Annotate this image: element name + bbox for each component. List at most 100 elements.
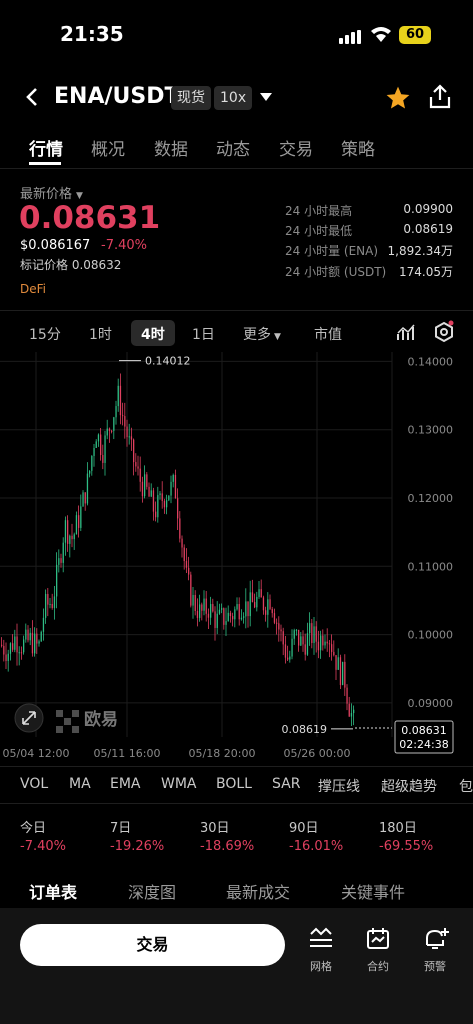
candle-body — [306, 633, 309, 655]
tab-overview[interactable]: 概况 — [91, 135, 125, 160]
candle-body — [148, 486, 150, 497]
contract-label[interactable]: 合约 — [358, 958, 398, 974]
candle-body — [221, 608, 223, 610]
indicator-support-resistance[interactable]: 撑压线 — [318, 776, 360, 796]
candle-body — [95, 441, 97, 448]
perf-label-90d: 90日 — [289, 821, 319, 836]
candle-body — [152, 490, 155, 512]
divider — [0, 168, 473, 169]
share-icon[interactable] — [428, 84, 452, 110]
stat-value-turnover: 174.05万 — [399, 265, 453, 279]
chart-settings-icon[interactable] — [433, 320, 455, 344]
chart-indicator-icon[interactable] — [396, 324, 416, 342]
perf-label-30d: 30日 — [200, 821, 230, 836]
candle-body — [256, 596, 258, 608]
grid-trading-icon[interactable] — [301, 926, 341, 952]
grid-label[interactable]: 网格 — [301, 958, 341, 974]
pair-title[interactable]: ENA/USDT — [54, 84, 179, 109]
candle-body — [254, 602, 256, 608]
candle-body — [315, 626, 317, 642]
category-tag[interactable]: DeFi — [20, 282, 46, 296]
stat-value-high: 0.09900 — [403, 202, 453, 216]
back-arrow-icon[interactable] — [22, 86, 42, 108]
candle-body — [97, 434, 100, 442]
interval-1h[interactable]: 1时 — [89, 324, 112, 344]
candle-body — [326, 641, 328, 644]
tab-orderbook[interactable]: 订单表 — [29, 879, 77, 903]
indicator-boll[interactable]: BOLL — [216, 776, 252, 792]
candle-body — [159, 493, 161, 496]
tab-trade[interactable]: 交易 — [279, 135, 313, 160]
candle-body — [18, 652, 20, 654]
interval-15m[interactable]: 15分 — [29, 324, 61, 344]
alert-bell-icon[interactable] — [415, 926, 455, 952]
candle-body — [20, 652, 23, 654]
candle-body — [113, 417, 115, 431]
candle-body — [128, 436, 130, 438]
pair-dropdown-icon[interactable] — [259, 92, 273, 102]
tab-data[interactable]: 数据 — [154, 135, 188, 160]
candle-body — [205, 598, 207, 614]
alert-label[interactable]: 预警 — [415, 958, 455, 974]
last-price: 0.08631 — [19, 200, 161, 236]
interval-1d[interactable]: 1日 — [192, 324, 215, 344]
candle-body — [130, 436, 133, 440]
tab-latest-trades[interactable]: 最新成交 — [226, 879, 290, 903]
candle-body — [73, 534, 75, 540]
indicator-supertrend[interactable]: 超级趋势 — [381, 776, 437, 796]
indicator-vol[interactable]: VOL — [20, 776, 48, 792]
watermark-text: 欧易 — [84, 709, 118, 730]
favorite-star-icon[interactable] — [385, 85, 411, 111]
candle-body — [212, 604, 214, 612]
indicator-sar[interactable]: SAR — [272, 776, 300, 792]
candle-body — [344, 661, 346, 688]
candle-body — [346, 687, 348, 704]
tab-depth[interactable]: 深度图 — [128, 879, 176, 903]
active-tab-indicator — [29, 162, 61, 165]
candle-body — [47, 593, 49, 605]
candle-body — [80, 506, 82, 528]
candlestick-chart[interactable]: 0.14000 0.13000 0.12000 0.11000 0.10000 0.090… — [0, 352, 473, 762]
candle-body — [14, 636, 16, 650]
candle-body — [84, 492, 86, 504]
tab-key-events[interactable]: 关键事件 — [341, 879, 405, 903]
indicator-wma[interactable]: WMA — [161, 776, 197, 792]
candle-body — [119, 385, 122, 416]
candle-body — [139, 468, 141, 482]
candle-body — [214, 611, 216, 628]
indicator-more[interactable]: 包 — [459, 776, 473, 796]
indicator-ma[interactable]: MA — [69, 776, 91, 792]
perf-value-30d: -18.69% — [200, 839, 255, 854]
candle-body — [227, 612, 229, 622]
candle-body — [192, 594, 194, 606]
contract-icon[interactable] — [358, 926, 398, 952]
market-cap-toggle[interactable]: 市值 — [314, 324, 342, 344]
candle-body — [133, 439, 135, 463]
tab-news[interactable]: 动态 — [216, 135, 250, 160]
indicator-ema[interactable]: EMA — [110, 776, 141, 792]
trade-button[interactable]: 交易 — [20, 924, 285, 966]
candle-body — [295, 629, 298, 631]
interval-more[interactable]: 更多 ▼ — [243, 324, 281, 344]
candle-body — [350, 713, 353, 717]
candle-body — [225, 621, 227, 625]
candle-body — [146, 474, 148, 487]
candle-body — [328, 643, 331, 645]
tab-strategy[interactable]: 策略 — [341, 135, 375, 160]
candle-body — [311, 623, 313, 643]
candle-body — [234, 609, 236, 620]
candle-body — [201, 604, 203, 611]
candle-body — [1, 644, 3, 646]
divider — [0, 766, 473, 767]
candle-body — [337, 657, 339, 670]
countdown-label: 02:24:38 — [399, 738, 448, 751]
candle-body — [9, 643, 12, 654]
candle-body — [183, 547, 185, 562]
candle-body — [82, 492, 84, 507]
tab-market[interactable]: 行情 — [29, 135, 63, 160]
y-tick-label: 0.12000 — [408, 492, 454, 505]
interval-4h[interactable]: 4时 — [141, 324, 165, 344]
candle-body — [232, 616, 234, 620]
candle-body — [322, 635, 324, 646]
candle-body — [240, 617, 243, 620]
